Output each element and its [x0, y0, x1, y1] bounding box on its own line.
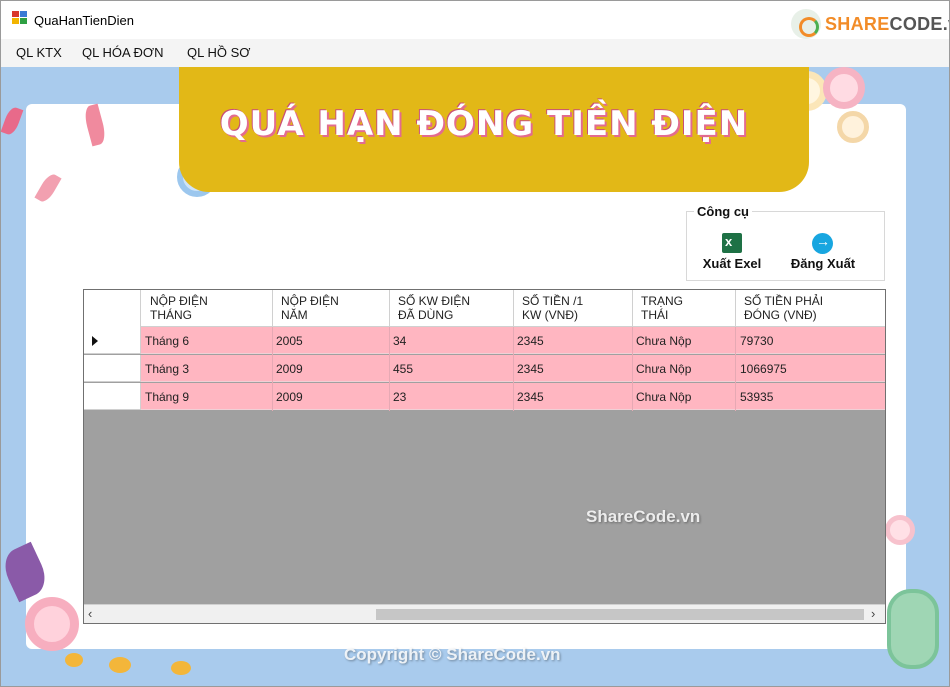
scroll-right-icon[interactable]: ›: [871, 606, 875, 621]
flower-decoration: [885, 515, 915, 545]
column-header-price-per-kw[interactable]: SỐ TIỀN /1 KW (VNĐ): [522, 294, 583, 322]
header-corner: [84, 290, 141, 327]
column-header-amount-due[interactable]: SỐ TIỀN PHẢI ĐÓNG (VNĐ): [744, 294, 823, 322]
export-excel-label: Xuất Exel: [702, 256, 762, 271]
grid-header: NỘP ĐIỆN THÁNG NỘP ĐIỆN NĂM SỐ KW ĐIỆN Đ…: [84, 290, 885, 327]
cell-month[interactable]: Tháng 3: [145, 362, 189, 376]
cell-amount-due[interactable]: 79730: [740, 334, 773, 348]
cell-status[interactable]: Chưa Nộp: [636, 390, 691, 404]
cell-kw-used[interactable]: 34: [393, 334, 406, 348]
cell-month[interactable]: Tháng 6: [145, 334, 189, 348]
column-header-kw-used[interactable]: SỐ KW ĐIỆN ĐÃ DÙNG: [398, 294, 470, 322]
table-row[interactable]: Tháng 6 2005 34 2345 Chưa Nộp 79730: [84, 327, 885, 354]
cell-amount-due[interactable]: 53935: [740, 390, 773, 404]
scrollbar-thumb[interactable]: [376, 609, 864, 620]
cell-kw-used[interactable]: 23: [393, 390, 406, 404]
column-header-year[interactable]: NỘP ĐIỆN NĂM: [281, 294, 339, 322]
flower-decoration: [25, 597, 79, 651]
cell-year[interactable]: 2009: [276, 362, 303, 376]
logout-arrow-icon: [812, 233, 833, 254]
menu-ql-ktx[interactable]: QL KTX: [16, 45, 62, 60]
app-icon: [12, 11, 28, 25]
flower-decoration: [65, 653, 83, 667]
flower-decoration: [171, 661, 191, 675]
flower-decoration: [109, 657, 131, 673]
export-excel-button[interactable]: Xuất Exel: [696, 231, 768, 273]
cell-price-per-kw[interactable]: 2345: [517, 362, 544, 376]
app-window: QuaHanTienDien SHARECODE.vn QL KTX QL HÓ…: [0, 0, 950, 687]
title-bar: QuaHanTienDien SHARECODE.vn: [1, 1, 949, 39]
logout-label: Đăng Xuất: [790, 256, 856, 271]
cell-kw-used[interactable]: 455: [393, 362, 413, 376]
watermark-center: ShareCode.vn: [586, 507, 701, 526]
row-header[interactable]: [84, 383, 141, 410]
column-header-status[interactable]: TRẠNG THÁI: [641, 294, 683, 322]
cell-year[interactable]: 2009: [276, 390, 303, 404]
row-header[interactable]: [84, 327, 141, 354]
scroll-left-icon[interactable]: ‹: [88, 606, 92, 621]
window-title: QuaHanTienDien: [34, 13, 134, 28]
cell-price-per-kw[interactable]: 2345: [517, 390, 544, 404]
menu-ql-hoa-don[interactable]: QL HÓA ĐƠN: [82, 45, 163, 60]
logo-mark-icon: [791, 9, 821, 39]
cell-status[interactable]: Chưa Nộp: [636, 334, 691, 348]
cell-year[interactable]: 2005: [276, 334, 303, 348]
column-header-month[interactable]: NỘP ĐIỆN THÁNG: [150, 294, 208, 322]
page-title: QUÁ HẠN ĐÓNG TIỀN ĐIỆN: [219, 104, 749, 144]
flower-decoration: [823, 67, 865, 109]
menu-ql-ho-so[interactable]: QL HỒ SƠ: [187, 45, 250, 60]
cactus-decoration: [887, 589, 939, 669]
tools-legend: Công cụ: [694, 204, 752, 219]
table-row[interactable]: Tháng 9 2009 23 2345 Chưa Nộp 53935: [84, 383, 885, 410]
cell-status[interactable]: Chưa Nộp: [636, 362, 691, 376]
horizontal-scrollbar[interactable]: ‹ ›: [84, 604, 885, 623]
overdue-data-grid[interactable]: NỘP ĐIỆN THÁNG NỘP ĐIỆN NĂM SỐ KW ĐIỆN Đ…: [83, 289, 886, 624]
row-header[interactable]: [84, 355, 141, 382]
sharecode-logo: SHARECODE.vn: [791, 7, 949, 41]
menu-bar: QL KTX QL HÓA ĐƠN QL HỒ SƠ: [1, 39, 949, 67]
table-row[interactable]: Tháng 3 2009 455 2345 Chưa Nộp 1066975: [84, 355, 885, 382]
watermark-copyright: Copyright © ShareCode.vn: [344, 645, 561, 664]
flower-decoration: [837, 111, 869, 143]
cell-price-per-kw[interactable]: 2345: [517, 334, 544, 348]
cell-amount-due[interactable]: 1066975: [740, 362, 787, 376]
row-selector-arrow-icon: [92, 336, 98, 346]
cell-month[interactable]: Tháng 9: [145, 390, 189, 404]
excel-icon: [722, 233, 742, 253]
logout-button[interactable]: Đăng Xuất: [787, 231, 859, 273]
